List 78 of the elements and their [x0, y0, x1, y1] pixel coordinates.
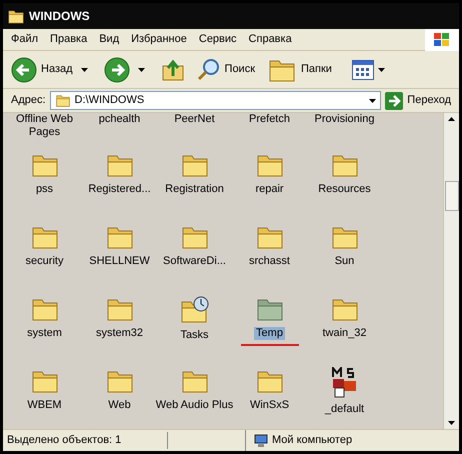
item-label: PeerNet — [173, 113, 216, 127]
folder-item[interactable]: Web — [82, 355, 157, 427]
caret-icon — [378, 68, 385, 72]
views-grid-icon — [352, 60, 374, 80]
item-label: Web Audio Plus — [154, 399, 234, 412]
scroll-up-icon[interactable] — [448, 117, 455, 121]
item-label: SHELLNEW — [88, 255, 151, 268]
item-label: repair — [254, 183, 285, 196]
scroll-thumb[interactable] — [444, 181, 458, 211]
search-icon — [196, 58, 221, 82]
item-label: system — [26, 327, 63, 340]
folder-up-icon — [160, 58, 185, 82]
scroll-down-icon[interactable] — [448, 421, 455, 425]
item-label: SoftwareDi... — [162, 255, 227, 268]
status-location: Мой компьютер — [272, 433, 352, 448]
folder-item[interactable]: Temp — [232, 283, 307, 355]
folders-button[interactable]: Папки — [267, 56, 332, 84]
menu-item[interactable]: Файл — [11, 31, 38, 48]
menu-item[interactable]: Избранное — [131, 31, 187, 48]
back-button[interactable]: Назад — [11, 56, 73, 82]
computer-icon — [254, 434, 268, 448]
folder-item[interactable]: security — [7, 211, 82, 283]
item-label: Temp — [254, 327, 285, 340]
item-label: pchealth — [98, 113, 142, 127]
item-label: Tasks — [179, 329, 210, 342]
item-label: Web — [107, 399, 132, 412]
item-label: Prefetch — [248, 113, 291, 127]
folder-item[interactable]: Registered... — [82, 139, 157, 211]
menu-item[interactable]: Сервис — [198, 31, 237, 48]
folder-item[interactable]: system — [7, 283, 82, 355]
item-label: Registration — [164, 183, 225, 196]
folder-item[interactable]: Web Audio Plus — [157, 355, 232, 427]
caret-icon — [80, 68, 88, 72]
window-title: WINDOWS — [29, 8, 90, 25]
folder-item[interactable]: WBEM — [7, 355, 82, 427]
item-label: WinSxS — [248, 399, 290, 412]
folder-item[interactable]: twain_32 — [307, 283, 382, 355]
item-label: Provisioning — [314, 113, 376, 127]
item-label: security — [24, 255, 64, 268]
folder-item[interactable]: _default — [307, 355, 382, 427]
go-button[interactable]: Переход — [385, 92, 451, 110]
views-button[interactable] — [352, 60, 385, 80]
item-label: Offline Web Pages — [14, 113, 74, 139]
folder-item[interactable]: Tasks — [157, 283, 232, 355]
folder-item[interactable]: Resources — [307, 139, 382, 211]
item-label: Registered... — [87, 183, 152, 196]
caret-icon — [138, 68, 145, 72]
search-button[interactable]: Поиск — [196, 58, 256, 82]
flag-logo-icon — [434, 32, 450, 46]
folder-item[interactable]: SoftwareDi... — [157, 211, 232, 283]
up-folder-button[interactable] — [160, 58, 185, 82]
menu-item[interactable]: Справка — [248, 31, 292, 48]
item-label: system32 — [94, 327, 144, 340]
item-label: twain_32 — [321, 327, 368, 340]
menu-item[interactable]: Вид — [99, 31, 120, 48]
status-text: Выделено объектов: 1 — [3, 432, 168, 449]
forward-button[interactable] — [104, 56, 130, 82]
item-label: _default — [324, 403, 366, 416]
folder-item[interactable]: system32 — [82, 283, 157, 355]
item-label: srchasst — [248, 255, 291, 268]
menu-item[interactable]: Правка — [50, 31, 88, 48]
folder-item[interactable]: Registration — [157, 139, 232, 211]
folder-icon — [54, 93, 71, 108]
folder-item[interactable]: pss — [7, 139, 82, 211]
folder-item[interactable]: srchasst — [232, 211, 307, 283]
address-label: Адрес: — [11, 93, 46, 108]
item-label: WBEM — [26, 399, 63, 412]
go-arrow-icon — [385, 92, 404, 110]
address-field[interactable]: D:\WINDOWS — [50, 91, 382, 110]
folder-item[interactable]: SHELLNEW — [82, 211, 157, 283]
item-label: pss — [34, 183, 54, 196]
caret-icon — [369, 98, 376, 102]
item-label: Resources — [317, 183, 372, 196]
item-label: Sun — [334, 255, 356, 268]
folder-item[interactable]: WinSxS — [232, 355, 307, 427]
folder-icon — [7, 8, 25, 24]
folder-item[interactable]: Sun — [307, 211, 382, 283]
folder-item[interactable]: repair — [232, 139, 307, 211]
